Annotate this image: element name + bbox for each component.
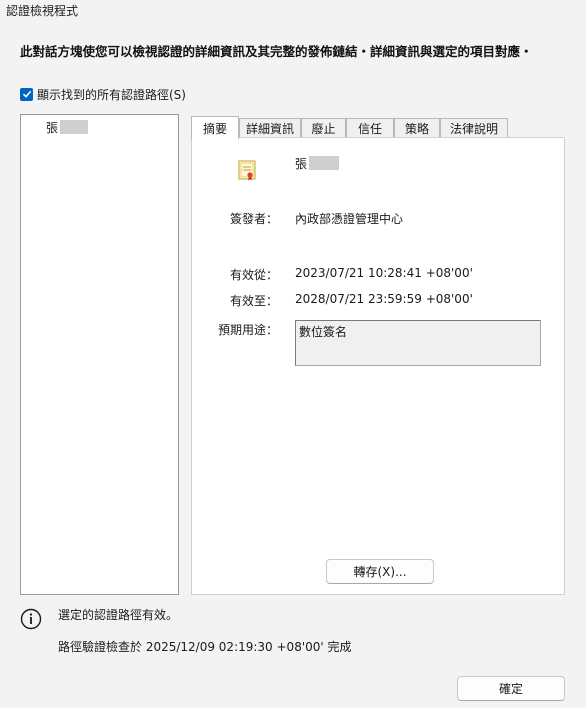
- show-all-paths-label: 顯示找到的所有認證路徑(S): [37, 87, 186, 102]
- checkbox-checked-icon[interactable]: [20, 87, 33, 101]
- tab-revocation[interactable]: 廢止: [301, 118, 346, 138]
- tab-summary[interactable]: 摘要: [191, 116, 239, 139]
- window-title: 認證檢視程式: [6, 4, 79, 18]
- subject-name: 張: [295, 155, 340, 171]
- valid-from-label: 有效從：: [229, 268, 278, 282]
- info-icon: [20, 608, 42, 630]
- tab-legal-notice[interactable]: 法律說明: [440, 118, 508, 138]
- tab-strip: 摘要 詳細資訊 廢止 信任 策略 法律說明: [191, 116, 565, 139]
- tab-trust[interactable]: 信任: [346, 118, 394, 138]
- certificate-icon: [238, 160, 258, 182]
- verification-time: 路徑驗證檢查於 2025/12/09 02:19:30 +08'00' 完成: [58, 640, 352, 654]
- valid-from-value: 2023/07/21 10:28:41 +08'00': [295, 266, 473, 280]
- summary-panel: 張 簽發者： 內政部憑證管理中心 有效從： 2023/07/21 10:28:4…: [191, 137, 565, 595]
- tab-details[interactable]: 詳細資訊: [239, 118, 301, 138]
- ok-button[interactable]: 確定: [457, 676, 565, 701]
- redacted-name-block: [309, 156, 340, 170]
- tree-item-certificate[interactable]: 張: [46, 118, 89, 136]
- tree-item-label: 張: [46, 120, 59, 135]
- export-button[interactable]: 轉存(X)...: [326, 559, 434, 584]
- status-message: 選定的認證路徑有效。: [58, 608, 179, 622]
- redacted-name-block: [60, 120, 89, 134]
- intro-text: 此對話方塊使您可以檢視認證的詳細資訊及其完整的發佈鏈結・詳細資訊與選定的項目對應…: [20, 44, 533, 59]
- intended-purpose-box: 數位簽名: [295, 320, 541, 366]
- valid-to-label: 有效至：: [229, 294, 278, 308]
- issuer-label: 簽發者：: [229, 212, 278, 226]
- tab-policy[interactable]: 策略: [394, 118, 440, 138]
- subject-name-text: 張: [295, 156, 308, 171]
- issuer-value: 內政部憑證管理中心: [295, 212, 404, 226]
- certificate-path-tree[interactable]: 張: [20, 114, 179, 595]
- intended-purpose-label: 預期用途：: [217, 323, 278, 337]
- show-all-paths-checkbox[interactable]: 顯示找到的所有認證路徑(S): [20, 86, 186, 102]
- valid-to-value: 2028/07/21 23:59:59 +08'00': [295, 292, 473, 306]
